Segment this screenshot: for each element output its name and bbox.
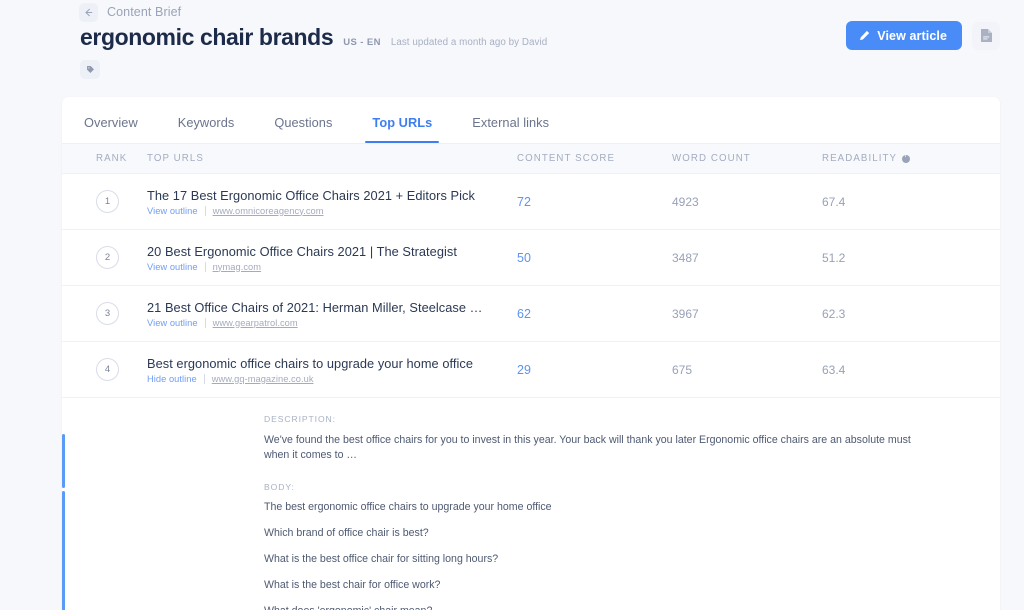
tab-keywords[interactable]: Keywords — [174, 115, 239, 143]
table-row[interactable]: 1 The 17 Best Ergonomic Office Chairs 20… — [62, 174, 1000, 230]
url-subrow: Hide outline www.gq-magazine.co.uk — [147, 373, 517, 384]
url-title[interactable]: 21 Best Office Chairs of 2021: Herman Mi… — [147, 300, 517, 315]
outline-body-item: Which brand of office chair is best? — [264, 526, 429, 539]
url-cell: Best ergonomic office chairs to upgrade … — [147, 356, 517, 384]
outline-toggle[interactable]: Hide outline — [147, 374, 204, 384]
column-header-content-score: CONTENT SCORE — [517, 153, 616, 164]
rank-cell: 4 — [62, 358, 147, 381]
rank-cell: 3 — [62, 302, 147, 325]
url-subrow: View outline www.gearpatrol.com — [147, 317, 517, 328]
view-article-button[interactable]: View article — [846, 21, 962, 50]
tab-external-links[interactable]: External links — [468, 115, 553, 143]
tab-label: External links — [472, 115, 550, 130]
description-text: We've found the best office chairs for y… — [264, 434, 911, 462]
content-score-cell: 50 — [517, 250, 531, 265]
title-row: ergonomic chair brands US - EN Last upda… — [80, 24, 547, 51]
column-header-readability: READABILITY — [822, 153, 1000, 164]
url-subrow: View outline nymag.com — [147, 261, 517, 272]
active-row-indicator — [62, 434, 65, 488]
last-updated-text: Last updated a month ago by David — [390, 37, 548, 48]
pencil-icon — [859, 30, 870, 41]
table-row[interactable]: 2 20 Best Ergonomic Office Chairs 2021 |… — [62, 230, 1000, 286]
tab-label: Questions — [274, 115, 333, 130]
readability-cell: 51.2 — [822, 250, 846, 265]
outline-body-item: The best ergonomic office chairs to upgr… — [264, 500, 552, 513]
url-title[interactable]: Best ergonomic office chairs to upgrade … — [147, 356, 517, 371]
url-link[interactable]: www.gq-magazine.co.uk — [205, 374, 314, 384]
tab-top-urls[interactable]: Top URLs — [365, 115, 440, 143]
word-count-cell: 3967 — [672, 306, 699, 321]
description-label: DESCRIPTION: — [264, 414, 336, 424]
top-urls-card: Overview Keywords Questions Top URLs Ext… — [62, 97, 1000, 610]
back-button[interactable] — [79, 2, 98, 22]
url-link[interactable]: www.omnicoreagency.com — [206, 206, 324, 216]
outline-toggle[interactable]: View outline — [147, 206, 205, 216]
url-cell: The 17 Best Ergonomic Office Chairs 2021… — [147, 188, 517, 216]
arrow-left-icon — [83, 7, 94, 18]
table-header: RANK TOP URLS CONTENT SCORE WORD COUNT R… — [62, 144, 1000, 174]
rank-badge: 4 — [96, 358, 119, 381]
rank-cell: 1 — [62, 190, 147, 213]
url-cell: 21 Best Office Chairs of 2021: Herman Mi… — [147, 300, 517, 328]
outline-toggle[interactable]: View outline — [147, 262, 205, 272]
readability-cell: 62.3 — [822, 306, 846, 321]
url-link[interactable]: www.gearpatrol.com — [206, 318, 298, 328]
tab-bar: Overview Keywords Questions Top URLs Ext… — [62, 97, 1000, 144]
outline-panel: DESCRIPTION: We've found the best office… — [62, 398, 1000, 610]
outline-body-item: What does 'ergonomic' chair mean? — [264, 605, 1000, 610]
tag-icon — [86, 65, 95, 74]
content-score-cell: 62 — [517, 306, 531, 321]
info-icon[interactable] — [902, 153, 911, 163]
tab-overview[interactable]: Overview — [80, 115, 142, 143]
tag-button[interactable] — [80, 60, 100, 79]
column-header-top-urls: TOP URLS — [147, 153, 204, 164]
header-actions: View article — [846, 21, 1000, 50]
active-outline-indicator — [62, 491, 65, 610]
document-icon — [980, 28, 993, 43]
column-header-rank: RANK — [96, 153, 128, 164]
rank-cell: 2 — [62, 246, 147, 269]
tab-label: Keywords — [177, 115, 235, 130]
rank-badge: 1 — [96, 190, 119, 213]
outline-body-item: What is the best chair for office work? — [264, 578, 441, 591]
url-cell: 20 Best Ergonomic Office Chairs 2021 | T… — [147, 244, 517, 272]
locale-badge: US - EN — [343, 37, 381, 48]
view-article-label: View article — [877, 28, 947, 43]
word-count-cell: 675 — [672, 362, 693, 377]
url-subrow: View outline www.omnicoreagency.com — [147, 205, 517, 216]
url-link[interactable]: nymag.com — [206, 262, 262, 272]
readability-cell: 63.4 — [822, 362, 846, 377]
url-title[interactable]: The 17 Best Ergonomic Office Chairs 2021… — [147, 188, 517, 203]
tab-questions[interactable]: Questions — [270, 115, 336, 143]
url-title[interactable]: 20 Best Ergonomic Office Chairs 2021 | T… — [147, 244, 517, 259]
rank-badge: 2 — [96, 246, 119, 269]
word-count-cell: 4923 — [672, 194, 699, 209]
breadcrumb-label[interactable]: Content Brief — [107, 5, 181, 19]
tab-label: Overview — [84, 115, 138, 130]
table-row[interactable]: 4 Best ergonomic office chairs to upgrad… — [62, 342, 1000, 398]
table-body: 1 The 17 Best Ergonomic Office Chairs 20… — [62, 174, 1000, 610]
outline-body-item: What is the best office chair for sittin… — [264, 552, 499, 565]
document-button[interactable] — [972, 21, 1000, 50]
content-score-cell: 72 — [517, 194, 531, 209]
page-title: ergonomic chair brands — [80, 24, 334, 50]
column-header-word-count: WORD COUNT — [672, 153, 751, 164]
column-header-readability-label: READABILITY — [822, 153, 898, 164]
table-row[interactable]: 3 21 Best Office Chairs of 2021: Herman … — [62, 286, 1000, 342]
word-count-cell: 3487 — [672, 250, 699, 265]
readability-cell: 67.4 — [822, 194, 846, 209]
breadcrumb: Content Brief — [79, 2, 181, 22]
content-score-cell: 29 — [517, 362, 531, 377]
rank-badge: 3 — [96, 302, 119, 325]
body-label: BODY: — [264, 481, 295, 492]
content-brief-page: Content Brief ergonomic chair brands US … — [0, 0, 1024, 610]
outline-toggle[interactable]: View outline — [147, 318, 205, 328]
tab-label: Top URLs — [372, 115, 433, 130]
